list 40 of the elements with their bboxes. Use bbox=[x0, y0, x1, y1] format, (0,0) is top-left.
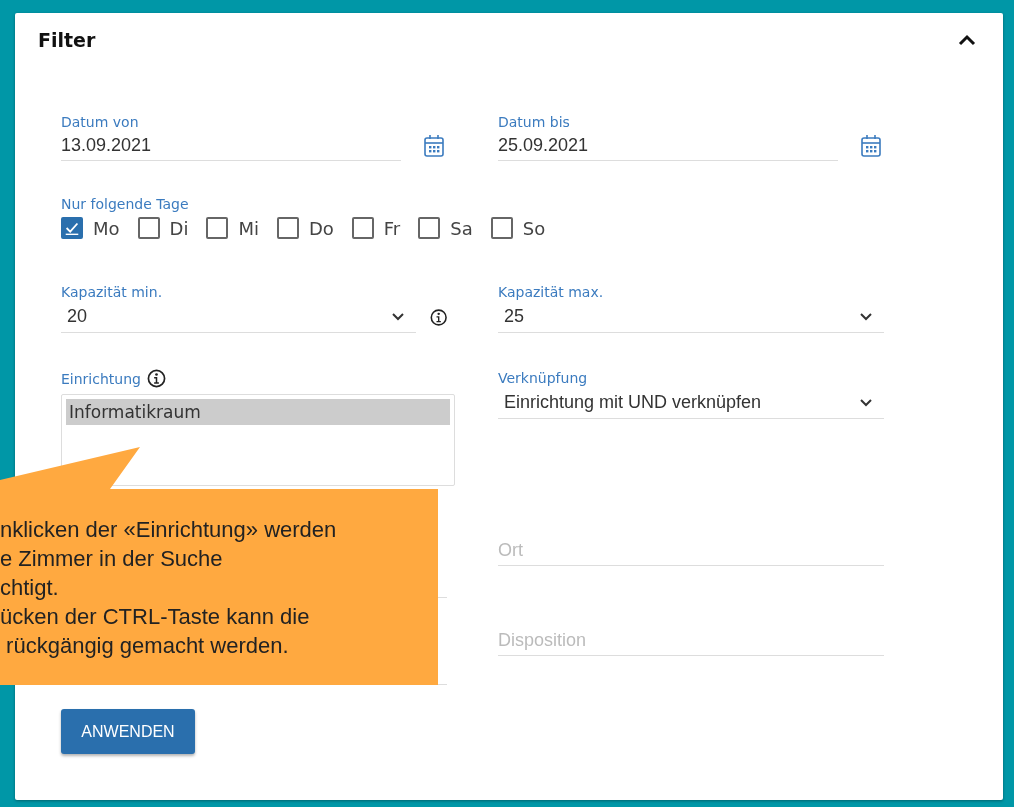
text-field[interactable]: Disposition bbox=[498, 626, 884, 656]
checkbox[interactable] bbox=[490, 217, 513, 239]
checkbox-label: Fr bbox=[383, 217, 401, 239]
field-label: Kapazität min. bbox=[61, 283, 164, 301]
caret-icon bbox=[860, 398, 872, 407]
field-label: Verknüpfung bbox=[498, 369, 589, 387]
checkbox-label: Di bbox=[169, 217, 189, 239]
date-field[interactable]: 13.09.2021 bbox=[61, 131, 401, 161]
checkbox-label: So bbox=[522, 217, 546, 239]
caret-icon bbox=[860, 312, 872, 321]
select-field[interactable]: 25 bbox=[498, 301, 884, 333]
checkbox[interactable] bbox=[418, 217, 441, 239]
calendar-icon[interactable] bbox=[860, 134, 882, 158]
text-field[interactable]: Ort bbox=[498, 536, 884, 566]
field-label: Nur folgende Tage bbox=[61, 195, 190, 213]
field-label: Einrichtung bbox=[61, 369, 141, 388]
select-field[interactable]: 20 bbox=[61, 301, 416, 333]
field-label: Kapazität max. bbox=[498, 283, 605, 301]
checkbox-label: Mi bbox=[238, 217, 259, 239]
caret-icon bbox=[391, 312, 404, 321]
checkbox[interactable] bbox=[61, 217, 83, 239]
info-icon[interactable] bbox=[146, 369, 166, 388]
field-label: Datum bis bbox=[498, 113, 571, 131]
checkbox[interactable] bbox=[137, 217, 160, 239]
checkbox-label: Do bbox=[308, 217, 334, 239]
info-icon[interactable] bbox=[429, 307, 447, 327]
list-box[interactable]: Informatikraum bbox=[61, 394, 455, 486]
callout-text: nklicken der «Einrichtung» werden e Zimmer in der Suche chtigt. ücken der CTRL-Taste kann die rückgängig gemacht werden. bbox=[0, 516, 337, 660]
checkbox-label: Mo bbox=[93, 217, 120, 239]
field-label: Datum von bbox=[61, 113, 140, 131]
panel-title: Filter bbox=[38, 29, 96, 51]
checkbox[interactable] bbox=[276, 217, 299, 239]
checkbox[interactable] bbox=[351, 217, 374, 239]
date-field[interactable]: 25.09.2021 bbox=[498, 131, 838, 161]
checkbox-label: Sa bbox=[450, 217, 473, 239]
checkbox[interactable] bbox=[206, 217, 229, 239]
apply-button[interactable]: ANWENDEN bbox=[61, 709, 195, 754]
select-field[interactable]: Einrichtung mit UND verknüpfen bbox=[498, 387, 884, 419]
list-option[interactable]: Informatikraum bbox=[66, 399, 450, 425]
calendar-icon[interactable] bbox=[423, 134, 445, 158]
